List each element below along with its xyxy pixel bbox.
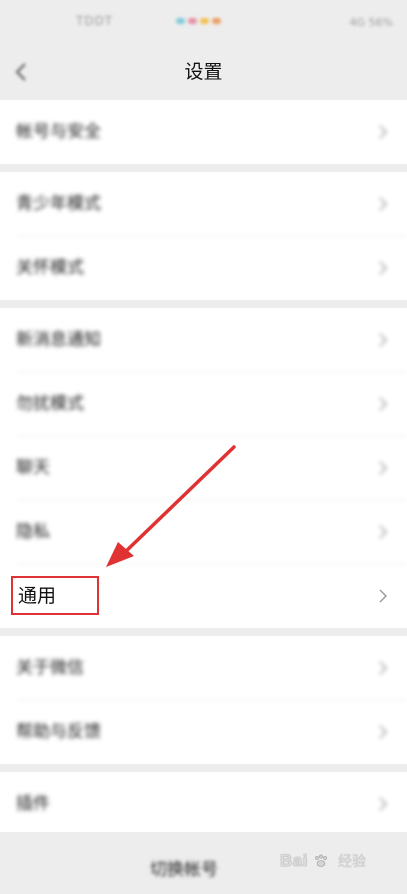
chevron-right-icon <box>379 589 387 603</box>
settings-item-privacy[interactable]: 隐私 <box>0 500 407 564</box>
chevron-right-icon <box>379 197 387 211</box>
watermark-suffix: 经验 <box>338 854 366 870</box>
chevron-right-icon <box>379 125 387 139</box>
settings-item-teen-mode[interactable]: 青少年模式 <box>0 172 407 236</box>
settings-item-label: 插件 <box>16 794 50 814</box>
status-battery-text: 4G 56% <box>349 16 393 29</box>
settings-item-label: 青少年模式 <box>16 194 101 214</box>
notification-dot-icon <box>188 18 197 24</box>
settings-item-label: 关怀模式 <box>16 258 84 278</box>
baidu-watermark-logo: Bai 经验 <box>280 848 400 876</box>
settings-item-label: 帐号与安全 <box>16 122 101 142</box>
chevron-right-icon <box>379 661 387 675</box>
switch-account-button[interactable]: 切换帐号 <box>150 855 218 880</box>
chevron-right-icon <box>379 461 387 475</box>
settings-group-plugins: 插件 <box>0 772 407 836</box>
notification-dot-icon <box>176 18 185 24</box>
settings-item-label: 聊天 <box>16 458 50 478</box>
settings-group-about: 关于微信 帮助与反馈 <box>0 636 407 764</box>
settings-item-about-wechat[interactable]: 关于微信 <box>0 636 407 700</box>
chevron-right-icon <box>379 261 387 275</box>
notification-dot-icon <box>212 18 221 24</box>
settings-item-new-message-notifications[interactable]: 新消息通知 <box>0 308 407 372</box>
status-bar: TDDT 4G 56% <box>0 0 407 44</box>
notification-dot-icon <box>200 18 209 24</box>
chevron-right-icon <box>379 397 387 411</box>
settings-item-label: 帮助与反馈 <box>16 722 101 742</box>
settings-item-plugins[interactable]: 插件 <box>0 772 407 836</box>
settings-item-label: 新消息通知 <box>16 330 101 350</box>
chevron-right-icon <box>379 725 387 739</box>
settings-item-label: 关于微信 <box>16 658 84 678</box>
settings-item-help-feedback[interactable]: 帮助与反馈 <box>0 700 407 764</box>
settings-item-label: 隐私 <box>16 522 50 542</box>
paw-icon <box>315 854 327 867</box>
chevron-right-icon <box>379 525 387 539</box>
settings-item-account-security[interactable]: 帐号与安全 <box>0 100 407 164</box>
status-carrier-text: TDDT <box>76 14 114 28</box>
chevron-right-icon <box>379 333 387 347</box>
settings-item-chat[interactable]: 聊天 <box>0 436 407 500</box>
status-notification-icons <box>176 18 224 24</box>
settings-group-modes: 青少年模式 关怀模式 <box>0 172 407 300</box>
page-title: 设置 <box>184 61 223 83</box>
navigation-bar: 设置 <box>0 44 407 100</box>
settings-item-label: 勿扰模式 <box>16 394 84 414</box>
watermark-brand: Bai <box>280 851 308 870</box>
chevron-right-icon <box>379 797 387 811</box>
settings-item-care-mode[interactable]: 关怀模式 <box>0 236 407 300</box>
settings-item-do-not-disturb[interactable]: 勿扰模式 <box>0 372 407 436</box>
highlight-box <box>11 576 99 615</box>
settings-group-account: 帐号与安全 <box>0 100 407 164</box>
